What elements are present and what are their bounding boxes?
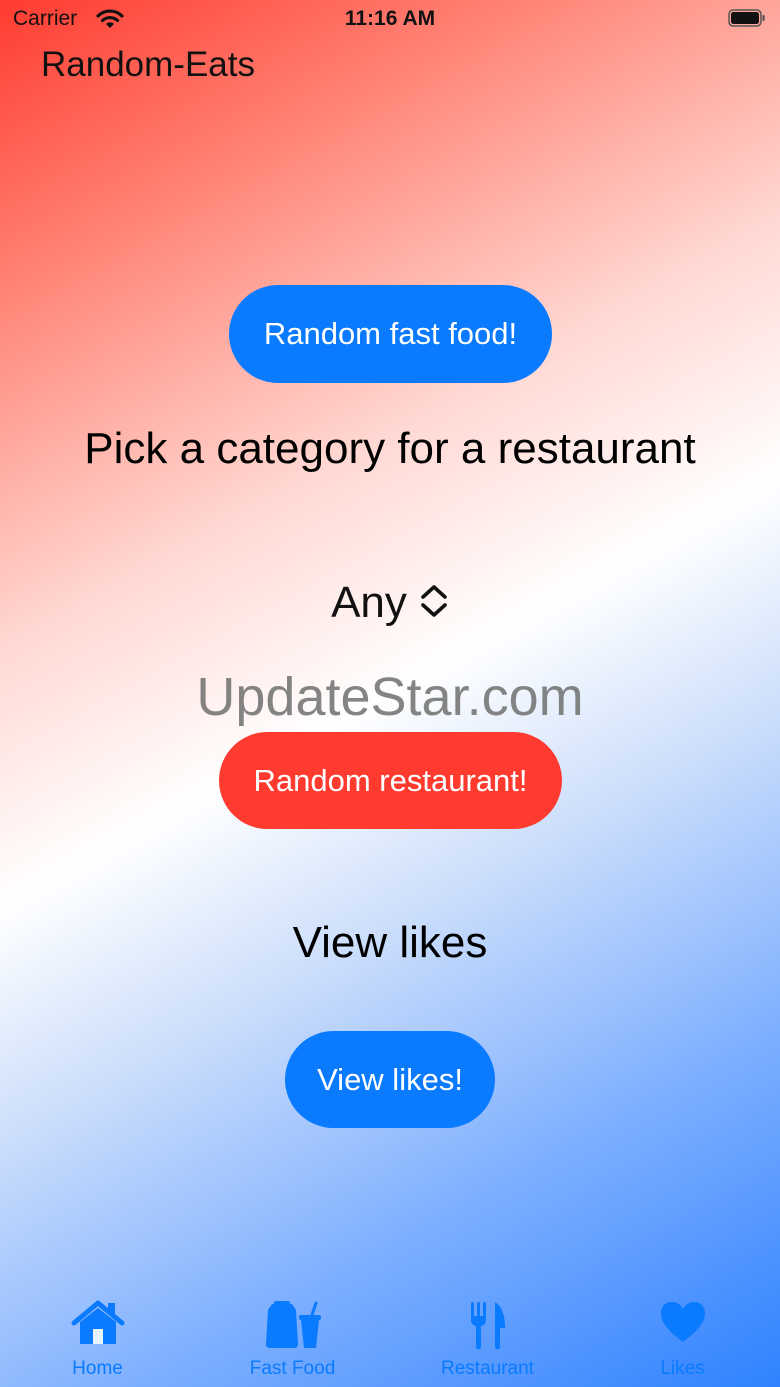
status-time: 11:16 AM (344, 7, 436, 30)
takeout-bag-icon (265, 1301, 321, 1348)
heart-icon (660, 1302, 705, 1342)
status-bar: Carrier 11:16 AM (0, 0, 780, 40)
battery-icon (728, 9, 766, 27)
random-restaurant-button[interactable]: Random restaurant! (219, 732, 562, 829)
tab-likes-label: Likes (660, 1358, 705, 1379)
tab-fast-food-label: Fast Food (249, 1358, 336, 1379)
tab-restaurant[interactable]: Restaurant (390, 1292, 585, 1387)
tab-home-label: Home (72, 1358, 123, 1379)
view-likes-button[interactable]: View likes! (285, 1031, 495, 1128)
likes-heading: View likes (292, 918, 488, 967)
tab-home[interactable]: Home (0, 1292, 195, 1387)
tab-likes[interactable]: Likes (585, 1292, 780, 1387)
tab-restaurant-label: Restaurant (441, 1358, 534, 1379)
watermark-text: UpdateStar.com (196, 667, 584, 727)
chevron-up-down-icon (419, 584, 449, 623)
category-picker-value: Any (331, 578, 407, 627)
category-picker[interactable]: Any (0, 578, 780, 628)
house-icon (71, 1300, 124, 1344)
random-fast-food-button[interactable]: Random fast food! (229, 285, 552, 383)
tab-fast-food[interactable]: Fast Food (195, 1292, 390, 1387)
tab-bar: Home Fast Food Restaurant Likes (0, 1292, 780, 1387)
app-title: Random-Eats (41, 45, 255, 84)
fork-knife-icon (470, 1302, 505, 1350)
category-heading: Pick a category for a restaurant (84, 424, 696, 473)
